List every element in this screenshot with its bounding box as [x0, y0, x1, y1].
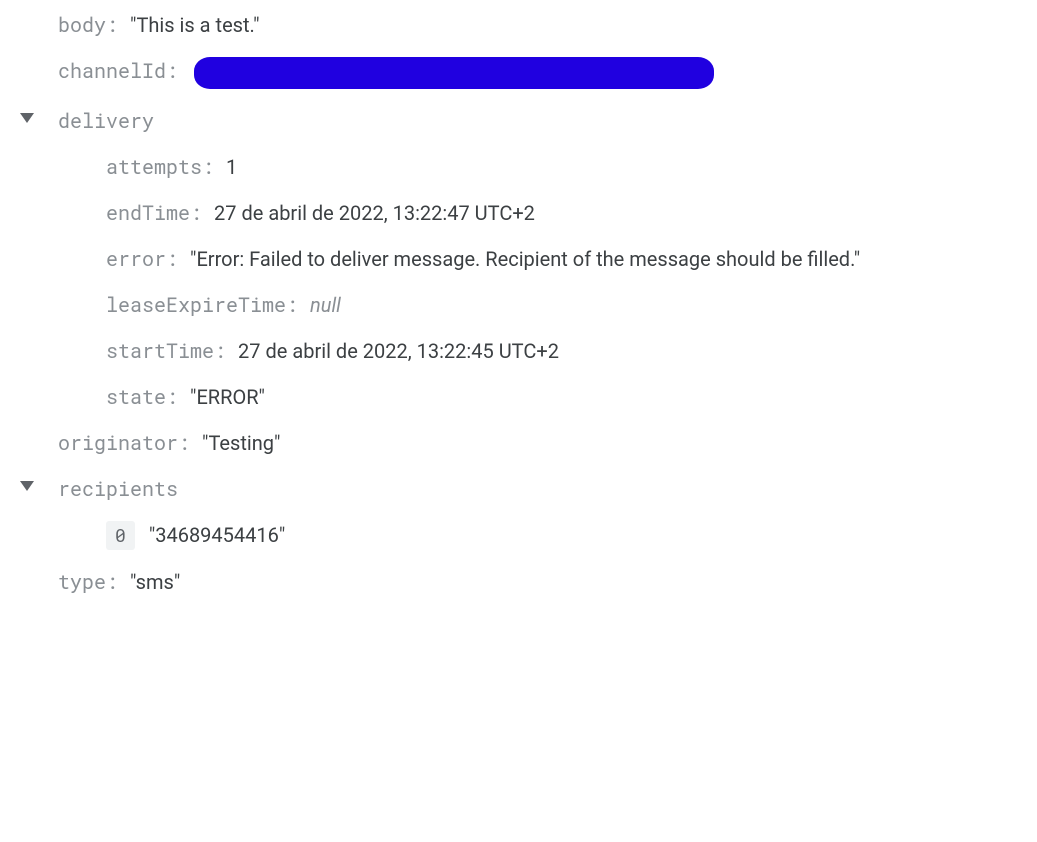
- value-error: "Error: Failed to deliver message. Recip…: [190, 245, 860, 273]
- field-recipients[interactable]: recipients: [0, 466, 1037, 512]
- key-attempts: attempts:: [106, 153, 214, 181]
- value-originator: "Testing": [202, 429, 280, 457]
- value-body: "This is a test.": [130, 11, 260, 39]
- field-startTime: startTime: 27 de abril de 2022, 13:22:45…: [48, 328, 1037, 374]
- value-type: "sms": [130, 568, 180, 596]
- key-body: body:: [58, 11, 118, 39]
- key-originator: originator:: [58, 429, 190, 457]
- field-originator: originator: "Testing": [0, 420, 1037, 466]
- recipients-item-0: 0 "34689454416": [48, 512, 1037, 559]
- key-channelId: channelId:: [58, 57, 178, 85]
- value-state: "ERROR": [190, 383, 265, 411]
- value-channelId-redacted: [190, 57, 714, 89]
- key-state: state:: [106, 383, 178, 411]
- key-type: type:: [58, 568, 118, 596]
- field-error: error: "Error: Failed to deliver message…: [48, 236, 1037, 282]
- value-startTime: 27 de abril de 2022, 13:22:45 UTC+2: [238, 337, 559, 365]
- field-body: body: "This is a test.": [0, 2, 1037, 48]
- field-delivery[interactable]: delivery: [0, 98, 1037, 144]
- redaction-mark: [194, 57, 714, 89]
- field-state: state: "ERROR": [48, 374, 1037, 420]
- field-type: type: "sms": [0, 559, 1037, 605]
- value-attempts: 1: [226, 153, 237, 181]
- value-leaseExpireTime: null: [310, 291, 341, 319]
- key-recipients: recipients: [58, 475, 178, 503]
- array-index-badge: 0: [106, 521, 135, 550]
- key-startTime: startTime:: [106, 337, 226, 365]
- expand-toggle-icon[interactable]: [20, 481, 34, 491]
- key-error: error:: [106, 245, 178, 273]
- key-delivery: delivery: [58, 107, 154, 135]
- expand-toggle-icon[interactable]: [20, 113, 34, 123]
- field-leaseExpireTime: leaseExpireTime: null: [48, 282, 1037, 328]
- key-endTime: endTime:: [106, 199, 202, 227]
- field-endTime: endTime: 27 de abril de 2022, 13:22:47 U…: [48, 190, 1037, 236]
- key-leaseExpireTime: leaseExpireTime:: [106, 291, 298, 319]
- value-recipients-0: "34689454416": [149, 521, 285, 549]
- field-channelId: channelId:: [0, 48, 1037, 98]
- field-attempts: attempts: 1: [48, 144, 1037, 190]
- value-endTime: 27 de abril de 2022, 13:22:47 UTC+2: [214, 199, 535, 227]
